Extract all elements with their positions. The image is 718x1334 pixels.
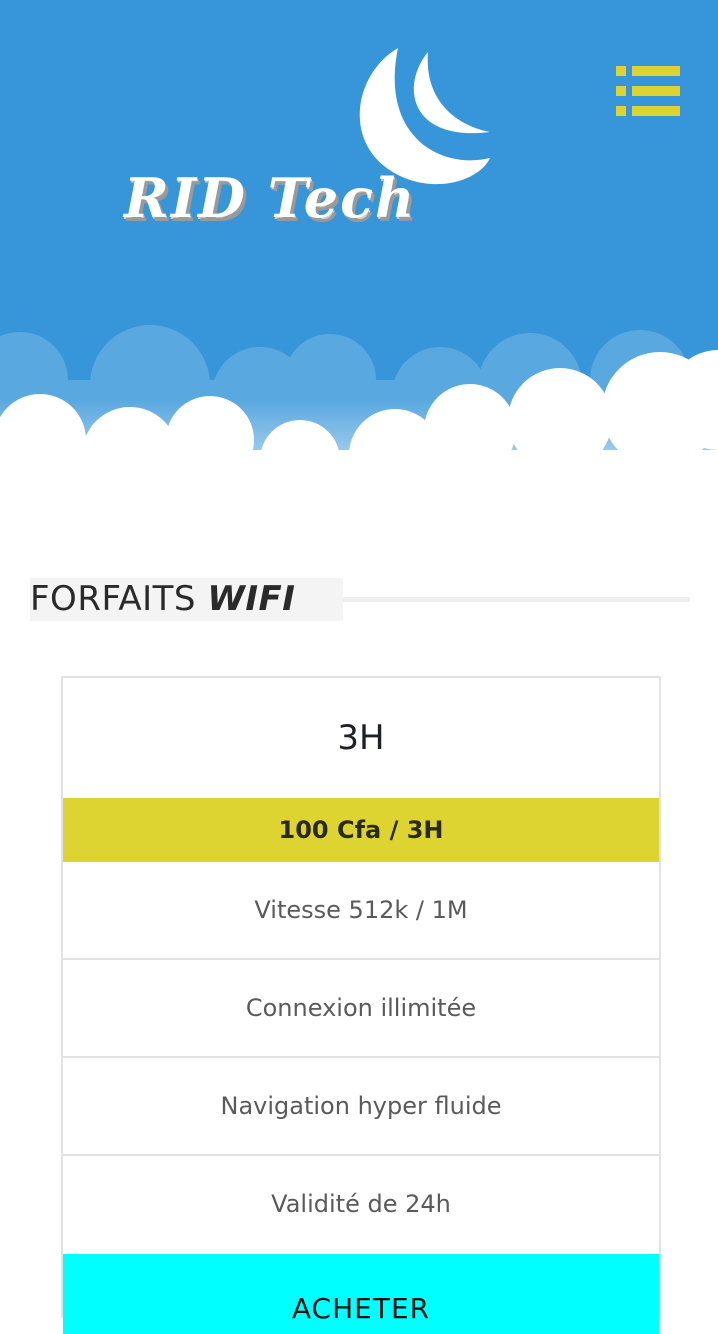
menu-button[interactable] <box>614 64 682 118</box>
feature-item: Vitesse 512k / 1M <box>254 896 468 924</box>
list-menu-icon <box>616 66 680 116</box>
header-banner: RID Tech <box>0 0 718 480</box>
section-title-emphasis: WIFI <box>207 579 296 619</box>
section-title-light: FORFAITS <box>30 579 208 619</box>
feature-item: Validité de 24h <box>63 1154 659 1252</box>
plan-price: 100 Cfa / 3H <box>63 798 659 862</box>
buy-button[interactable]: ACHETER <box>63 1254 659 1334</box>
feature-item: Connexion illimitée <box>63 958 659 1056</box>
feature-list: Vitesse 512k / 1M Connexion illimitée Na… <box>63 862 659 1252</box>
pricing-card: 3H 100 Cfa / 3H Vitesse 512k / 1M Connex… <box>61 676 661 1334</box>
section-divider <box>343 597 690 602</box>
feature-item: Navigation hyper fluide <box>63 1056 659 1154</box>
section-title: FORFAITS WIFI <box>30 578 343 621</box>
logo-text: RID Tech <box>124 166 417 230</box>
plan-name: 3H <box>337 718 385 758</box>
